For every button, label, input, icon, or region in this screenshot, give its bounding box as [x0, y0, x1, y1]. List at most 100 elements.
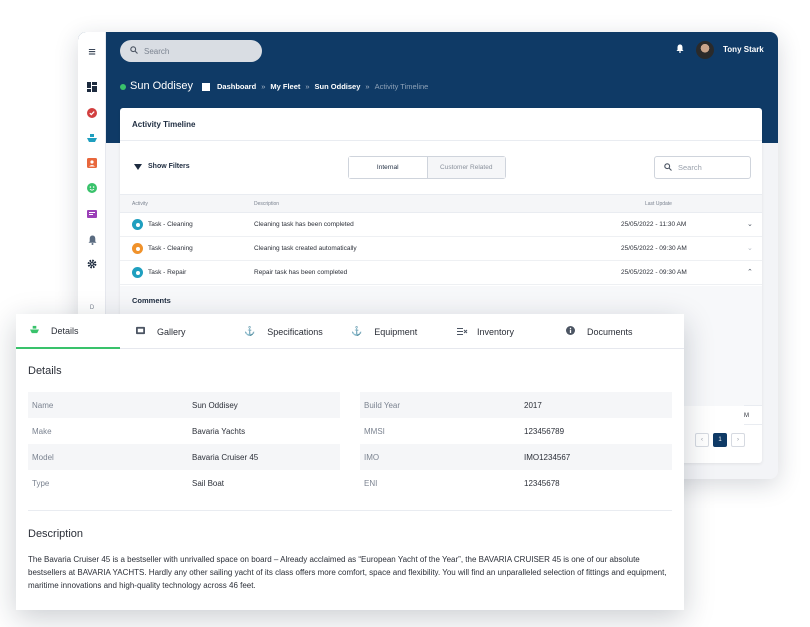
- chevron-down-icon[interactable]: ⌄: [747, 244, 753, 252]
- task-status-icon: [132, 219, 143, 230]
- breadcrumb-separator: »: [365, 82, 370, 91]
- tab-label: Details: [51, 325, 79, 336]
- smile-icon[interactable]: [85, 181, 99, 195]
- row-activity: Task - Repair: [148, 269, 187, 276]
- row-description: Repair task has been completed: [254, 269, 348, 276]
- task-status-icon: [132, 243, 143, 254]
- table-row[interactable]: Task - Cleaning Cleaning task has been c…: [120, 213, 762, 237]
- search-placeholder: Search: [678, 163, 702, 172]
- detail-row-build-year: Build Year 2017: [360, 392, 672, 418]
- pagination-prev-button[interactable]: ‹: [695, 433, 709, 447]
- tab-equipment[interactable]: ⚓ Equipment: [351, 314, 417, 349]
- search-placeholder: Search: [144, 46, 170, 56]
- bell-icon[interactable]: [85, 233, 99, 247]
- contact-icon[interactable]: [85, 156, 99, 170]
- show-filters-label: Show Filters: [148, 163, 190, 170]
- table-row[interactable]: Task - Repair Repair task has been compl…: [120, 261, 762, 285]
- breadcrumb-separator: »: [305, 82, 310, 91]
- breadcrumb-item-vessel[interactable]: Sun Oddisey: [315, 82, 361, 91]
- tab-label: Equipment: [374, 326, 418, 337]
- segment-customer-related[interactable]: Customer Related: [427, 157, 505, 178]
- detail-value: 12345678: [524, 479, 560, 488]
- tab-details[interactable]: Details: [16, 314, 120, 349]
- row-activity: Task - Cleaning: [148, 245, 193, 252]
- chevron-down-icon[interactable]: ⌄: [747, 220, 753, 228]
- show-filters-button[interactable]: Show Filters: [134, 163, 190, 170]
- dashboard-icon[interactable]: [85, 80, 99, 94]
- check-circle-icon[interactable]: [85, 106, 99, 120]
- detail-key: IMO: [364, 453, 380, 462]
- task-status-icon: [132, 267, 143, 278]
- column-header-description[interactable]: Description: [254, 201, 279, 207]
- detail-key: Make: [32, 427, 52, 436]
- tab-label: Documents: [587, 326, 633, 337]
- ship-icon: [30, 325, 39, 336]
- table-row[interactable]: Task - Cleaning Cleaning task created au…: [120, 237, 762, 261]
- detail-row-make: Make Bavaria Yachts: [28, 418, 340, 444]
- vessel-status-dot: [120, 84, 126, 90]
- activity-search-input[interactable]: Search: [654, 156, 751, 179]
- row-date-partial: M: [744, 413, 749, 419]
- comments-heading: Comments: [132, 296, 171, 305]
- tab-label: Specifications: [267, 326, 323, 337]
- detail-row-mmsi: MMSI 123456789: [360, 418, 672, 444]
- tab-label: Gallery: [157, 326, 186, 337]
- tab-gallery[interactable]: Gallery: [136, 314, 186, 349]
- detail-row-model: Model Bavaria Cruiser 45: [28, 444, 340, 470]
- search-icon: [664, 162, 672, 173]
- page-title: Sun Oddisey: [130, 80, 193, 92]
- detail-value: Bavaria Yachts: [192, 427, 246, 436]
- detail-key: MMSI: [364, 427, 385, 436]
- detail-value: IMO1234567: [524, 453, 571, 462]
- avatar[interactable]: [696, 41, 714, 59]
- breadcrumb-separator: »: [261, 82, 266, 91]
- anchor-icon: ⚓: [244, 326, 256, 336]
- column-header-last-update[interactable]: Last Update: [645, 201, 672, 207]
- detail-value: 123456789: [524, 427, 565, 436]
- breadcrumb-current: Activity Timeline: [374, 82, 429, 91]
- gallery-icon[interactable]: [85, 207, 99, 221]
- breadcrumb-item-dashboard[interactable]: Dashboard: [217, 82, 256, 91]
- column-header-activity[interactable]: Activity: [132, 201, 148, 207]
- row-description: Cleaning task has been completed: [254, 221, 354, 228]
- segment-internal[interactable]: Internal: [349, 157, 428, 178]
- search-input[interactable]: Search: [120, 40, 262, 62]
- info-icon: [566, 326, 575, 337]
- notification-bell-icon[interactable]: [676, 44, 684, 55]
- tab-inventory[interactable]: Inventory: [457, 314, 514, 349]
- detail-value: 2017: [524, 401, 542, 410]
- row-date: 25/05/2022 - 11:30 AM: [621, 221, 687, 228]
- tab-documents[interactable]: Documents: [566, 314, 633, 349]
- table-row[interactable]: M: [744, 405, 762, 425]
- chevron-up-icon[interactable]: ⌃: [747, 268, 753, 276]
- detail-key: ENI: [364, 479, 378, 488]
- pagination-next-button[interactable]: ›: [731, 433, 745, 447]
- card-title: Activity Timeline: [132, 120, 196, 129]
- gear-icon[interactable]: [85, 257, 99, 271]
- breadcrumb-item-my-fleet[interactable]: My Fleet: [270, 82, 300, 91]
- tab-label: Inventory: [477, 326, 515, 337]
- anchor-icon: ⚓: [351, 326, 363, 336]
- pagination-page-button[interactable]: 1: [713, 433, 727, 447]
- detail-key: Model: [32, 453, 54, 462]
- detail-row-name: Name Sun Oddisey: [28, 392, 340, 418]
- activity-type-toggle: Internal Customer Related: [348, 156, 506, 179]
- detail-row-eni: ENI 12345678: [360, 470, 672, 496]
- detail-value: Sail Boat: [192, 479, 225, 488]
- section-title-details: Details: [28, 365, 62, 377]
- tab-specifications[interactable]: ⚓ Specifications: [244, 314, 323, 349]
- detail-key: Build Year: [364, 401, 401, 410]
- menu-icon[interactable]: ≡: [85, 44, 99, 59]
- row-description: Cleaning task created automatically: [254, 245, 357, 252]
- detail-value: Sun Oddisey: [192, 401, 238, 410]
- detail-row-type: Type Sail Boat: [28, 470, 340, 496]
- list-check-icon: [457, 327, 468, 337]
- section-title-description: Description: [28, 528, 84, 540]
- description-text: The Bavaria Cruiser 45 is a bestseller w…: [28, 555, 667, 590]
- detail-key: Name: [32, 401, 54, 410]
- pagination: ‹ 1 ›: [695, 433, 745, 447]
- ship-icon[interactable]: [85, 131, 99, 145]
- detail-key: Type: [32, 479, 50, 488]
- search-icon: [130, 46, 138, 56]
- user-name[interactable]: Tony Stark: [723, 45, 764, 54]
